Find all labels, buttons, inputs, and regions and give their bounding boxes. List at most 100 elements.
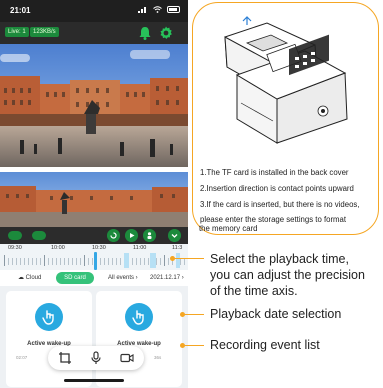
- chevron-down-icon[interactable]: [168, 229, 181, 242]
- wifi-icon: [153, 6, 162, 13]
- callout-line: [184, 314, 204, 315]
- callout-text-line: of the time axis.: [210, 284, 298, 298]
- timeline-tick-label: 09:30: [8, 245, 22, 251]
- video-record-icon[interactable]: [120, 351, 134, 365]
- timeline-tick: [116, 258, 117, 265]
- note-line: please enter the storage settings to for…: [200, 215, 347, 224]
- hand-touch-icon: [125, 303, 153, 331]
- hand-touch-icon: [35, 303, 63, 331]
- timeline-tick: [44, 255, 45, 266]
- rotate-icon[interactable]: [107, 229, 120, 242]
- timeline-tick: [180, 258, 181, 265]
- status-bar: 21:01: [0, 0, 188, 22]
- event-time: 36s: [154, 355, 162, 360]
- timeline-tick: [28, 258, 29, 265]
- timeline-tick: [8, 258, 9, 265]
- timeline-tick: [144, 258, 145, 265]
- crop-icon[interactable]: [58, 351, 72, 365]
- note-line: the memory card: [199, 224, 258, 233]
- timeline-tick: [164, 255, 165, 266]
- callout-text-line: you can adjust the precision: [210, 268, 365, 282]
- live-video-view[interactable]: [0, 44, 188, 167]
- timeline-cursor[interactable]: [94, 252, 97, 270]
- signal-icon: [138, 7, 146, 13]
- live-badge: Live: 1: [5, 27, 29, 37]
- timeline-tick: [136, 258, 137, 265]
- timeline-tick-label: 10:00: [51, 245, 65, 251]
- timeline-tick: [48, 258, 49, 265]
- note-line: 2.Insertion direction is contact points …: [200, 184, 354, 193]
- battery-icon: [167, 6, 180, 13]
- status-time: 21:01: [10, 6, 31, 15]
- timeline-tick: [104, 258, 105, 265]
- timeline-tick: [184, 258, 185, 265]
- timeline-tick-label: 11:3: [172, 245, 183, 251]
- home-indicator: [64, 379, 124, 382]
- timeline-tick: [160, 258, 161, 265]
- note-line: 1.The TF card is installed in the back c…: [200, 168, 349, 177]
- minus-button[interactable]: [32, 231, 46, 240]
- timeline-callout: Select the playback time, you can adjust…: [210, 251, 365, 299]
- timeline-tick: [60, 258, 61, 265]
- gear-icon[interactable]: [158, 25, 174, 41]
- callout-line: [174, 258, 204, 259]
- video-control-bar: [0, 227, 188, 244]
- bitrate-badge: 123KB/s: [30, 27, 59, 37]
- source-tab-row: ☁ Cloud SD card All events › 2021.12.17 …: [0, 270, 188, 286]
- timeline-tick: [120, 258, 121, 265]
- event-card[interactable]: Active wake-up 36s: [96, 291, 182, 387]
- callout-text-line: Select the playback time,: [210, 252, 349, 266]
- timeline-tick-label: 10:30: [92, 245, 106, 251]
- timeline-tick: [168, 258, 169, 265]
- timeline-tick: [68, 258, 69, 265]
- timeline-tick-label: 11:00: [133, 245, 147, 251]
- timeline-tick: [12, 258, 13, 265]
- timeline-tick: [132, 258, 133, 265]
- timeline-tick: [76, 258, 77, 265]
- bell-icon[interactable]: [137, 25, 153, 41]
- event-card[interactable]: Active wake-up 02:07: [6, 291, 92, 387]
- timeline-tick: [92, 258, 93, 265]
- bottom-toolbar: [48, 346, 144, 370]
- recording-segment[interactable]: [176, 253, 180, 268]
- play-icon[interactable]: [125, 229, 138, 242]
- recording-segment[interactable]: [124, 253, 129, 268]
- timeline-tick: [140, 258, 141, 265]
- playback-timeline[interactable]: 09:30 10:00 10:30 11:00 11:3: [0, 244, 188, 270]
- tf-card-info-box: 1.The TF card is installed in the back c…: [192, 2, 379, 235]
- all-events-filter[interactable]: All events ›: [104, 272, 142, 284]
- playback-video-view[interactable]: [0, 172, 188, 227]
- tab-cloud[interactable]: ☁ Cloud: [14, 272, 45, 284]
- timeline-tick: [100, 258, 101, 265]
- timeline-tick: [52, 258, 53, 265]
- callout-line: [184, 345, 204, 346]
- person-icon[interactable]: [143, 229, 156, 242]
- camera-device-illustration: [224, 16, 348, 144]
- note-line: 3.If the card is inserted, but there is …: [200, 200, 360, 209]
- timeline-tick: [24, 258, 25, 265]
- timeline-tick: [64, 258, 65, 265]
- toggle-button[interactable]: [8, 231, 22, 240]
- timeline-tick: [20, 258, 21, 265]
- timeline-tick: [4, 255, 5, 266]
- timeline-tick: [84, 255, 85, 266]
- playback-date-selector[interactable]: 2021.12.17 ›: [146, 272, 188, 284]
- timeline-tick: [108, 258, 109, 265]
- timeline-tick: [156, 258, 157, 265]
- timeline-tick: [80, 258, 81, 265]
- timeline-tick: [88, 258, 89, 265]
- phone-screen: 21:01 Live: 1 123KB/s 09:30 10:00 10:30 …: [0, 0, 188, 388]
- timeline-tick: [36, 258, 37, 265]
- date-callout: Playback date selection: [210, 307, 342, 321]
- timeline-tick: [72, 258, 73, 265]
- timeline-tick: [40, 258, 41, 265]
- microphone-icon[interactable]: [89, 351, 103, 365]
- timeline-tick: [16, 258, 17, 265]
- timeline-tick: [56, 258, 57, 265]
- camera-top-bar: Live: 1 123KB/s: [0, 22, 188, 44]
- recording-event-list: Active wake-up 02:07 Active wake-up 36s: [0, 286, 188, 388]
- recording-segment[interactable]: [150, 253, 156, 268]
- timeline-tick: [112, 258, 113, 265]
- timeline-tick: [32, 258, 33, 265]
- tab-sd-card[interactable]: SD card: [56, 272, 94, 284]
